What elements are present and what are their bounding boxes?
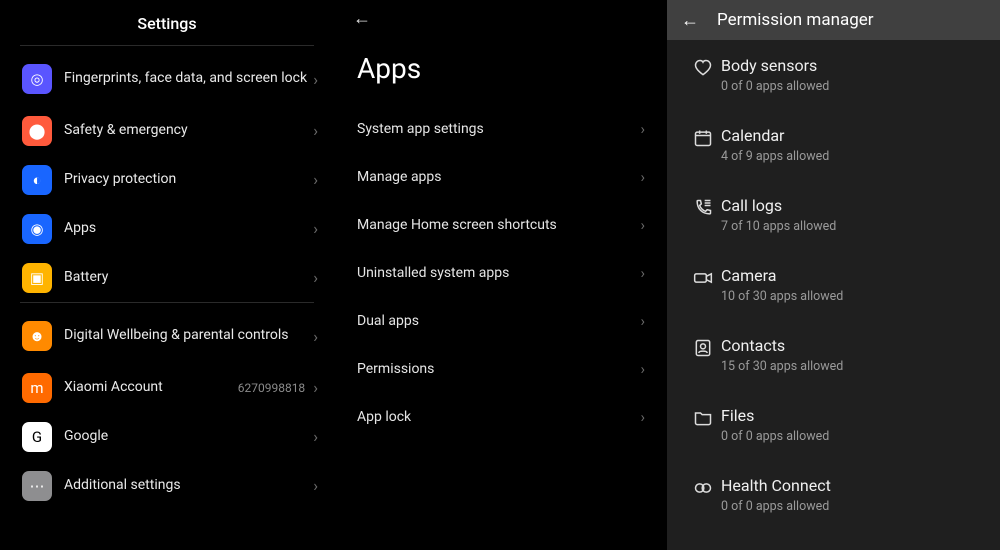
permission-item-subtext: 0 of 0 apps allowed (721, 429, 829, 444)
health-icon (685, 476, 721, 498)
settings-item-subtext: 6270998818 (238, 381, 305, 395)
chevron-right-icon: › (313, 268, 318, 287)
google-icon: G (22, 422, 52, 452)
apps-appbar: ← (335, 0, 667, 36)
settings-item-label: Additional settings (52, 477, 307, 495)
permission-item-subtext: 15 of 30 apps allowed (721, 359, 843, 374)
apps-icon: ◉ (22, 214, 52, 244)
apps-panel: ← Apps System app settings›Manage apps›M… (334, 0, 667, 550)
chevron-right-icon: › (640, 312, 645, 330)
chevron-right-icon: › (313, 378, 318, 397)
settings-item-label: Battery (52, 269, 307, 287)
permission-item-calendar[interactable]: Calendar 4 of 9 apps allowed (667, 110, 1000, 180)
settings-item-label: Apps (52, 220, 307, 238)
phonelist-icon (685, 196, 721, 218)
apps-item-label: Permissions (357, 361, 434, 377)
battery-icon: ▣ (22, 263, 52, 293)
chevron-right-icon: › (640, 360, 645, 378)
permission-item-label: Files (721, 406, 829, 426)
heart-icon (685, 56, 721, 78)
divider (20, 302, 314, 303)
permission-item-subtext: 10 of 30 apps allowed (721, 289, 843, 304)
chevron-right-icon: › (640, 168, 645, 186)
apps-item-label: Uninstalled system apps (357, 265, 509, 281)
permission-item-subtext: 0 of 0 apps allowed (721, 79, 829, 94)
apps-item-label: Manage apps (357, 169, 442, 185)
chevron-right-icon: › (313, 121, 318, 140)
settings-item-label: Xiaomi Account (52, 379, 238, 397)
permission-title: Permission manager (717, 10, 874, 30)
settings-item-digital-wellbeing-parental-controls[interactable]: ☻Digital Wellbeing & parental controls › (0, 309, 334, 363)
settings-item-battery[interactable]: ▣Battery › (0, 253, 334, 302)
permission-appbar: ← Permission manager (667, 0, 1000, 40)
settings-item-apps[interactable]: ◉Apps › (0, 204, 334, 253)
chevron-right-icon: › (640, 408, 645, 426)
permission-item-label: Camera (721, 266, 843, 286)
settings-item-privacy-protection[interactable]: ◐Privacy protection › (0, 155, 334, 204)
permission-item-health-connect[interactable]: Health Connect 0 of 0 apps allowed (667, 460, 1000, 530)
permission-item-label: Call logs (721, 196, 836, 216)
contacts-icon (685, 336, 721, 358)
settings-item-label: Safety & emergency (52, 122, 307, 140)
apps-item-system-app-settings[interactable]: System app settings › (335, 105, 667, 153)
permission-manager-panel: ← Permission manager Body sensors 0 of 0 … (667, 0, 1000, 550)
permission-item-subtext: 4 of 9 apps allowed (721, 149, 829, 164)
settings-item-fingerprints-face-data-and-screen-lock[interactable]: ◎Fingerprints, face data, and screen loc… (0, 52, 334, 106)
calendar-icon (685, 126, 721, 148)
wellbeing-icon: ☻ (22, 321, 52, 351)
chevron-right-icon: › (640, 216, 645, 234)
chevron-right-icon: › (313, 219, 318, 238)
camera-icon (685, 266, 721, 288)
safety-icon: ⬤ (22, 116, 52, 146)
divider (20, 45, 314, 46)
apps-item-uninstalled-system-apps[interactable]: Uninstalled system apps › (335, 249, 667, 297)
apps-item-dual-apps[interactable]: Dual apps › (335, 297, 667, 345)
chevron-right-icon: › (640, 120, 645, 138)
settings-item-label: Privacy protection (52, 171, 307, 189)
apps-item-manage-apps[interactable]: Manage apps › (335, 153, 667, 201)
apps-item-label: Manage Home screen shortcuts (357, 217, 557, 233)
permission-item-label: Calendar (721, 126, 829, 146)
permission-item-call-logs[interactable]: Call logs 7 of 10 apps allowed (667, 180, 1000, 250)
permission-item-subtext: 7 of 10 apps allowed (721, 219, 836, 234)
back-arrow-icon[interactable]: ← (353, 8, 371, 29)
permission-item-body-sensors[interactable]: Body sensors 0 of 0 apps allowed (667, 40, 1000, 110)
permission-item-camera[interactable]: Camera 10 of 30 apps allowed (667, 250, 1000, 320)
settings-item-label: Digital Wellbeing & parental controls (52, 327, 307, 345)
permission-item-label: Contacts (721, 336, 843, 356)
back-arrow-icon[interactable]: ← (681, 10, 699, 31)
apps-item-permissions[interactable]: Permissions › (335, 345, 667, 393)
apps-heading: Apps (335, 36, 667, 105)
settings-item-label: Fingerprints, face data, and screen lock (52, 70, 307, 88)
apps-item-app-lock[interactable]: App lock › (335, 393, 667, 441)
permission-item-files[interactable]: Files 0 of 0 apps allowed (667, 390, 1000, 460)
settings-item-safety-emergency[interactable]: ⬤Safety & emergency › (0, 106, 334, 155)
permission-item-contacts[interactable]: Contacts 15 of 30 apps allowed (667, 320, 1000, 390)
chevron-right-icon: › (640, 264, 645, 282)
folder-icon (685, 406, 721, 428)
settings-item-additional-settings[interactable]: ⋯Additional settings › (0, 461, 334, 510)
additional-icon: ⋯ (22, 471, 52, 501)
fingerprint-icon: ◎ (22, 64, 52, 94)
settings-title: Settings (0, 8, 334, 45)
apps-item-manage-home-screen-shortcuts[interactable]: Manage Home screen shortcuts › (335, 201, 667, 249)
settings-item-xiaomi-account[interactable]: mXiaomi Account6270998818 › (0, 363, 334, 412)
settings-item-label: Google (52, 428, 307, 446)
apps-item-label: System app settings (357, 121, 484, 137)
permission-item-label: Body sensors (721, 56, 829, 76)
chevron-right-icon: › (313, 170, 318, 189)
privacy-icon: ◐ (22, 165, 52, 195)
settings-panel: Settings ◎Fingerprints, face data, and s… (0, 0, 334, 550)
permission-item-label: Health Connect (721, 476, 831, 496)
apps-item-label: App lock (357, 409, 411, 425)
xiaomi-icon: m (22, 373, 52, 403)
settings-item-google[interactable]: GGoogle › (0, 412, 334, 461)
chevron-right-icon: › (313, 476, 318, 495)
chevron-right-icon: › (313, 70, 318, 89)
apps-item-label: Dual apps (357, 313, 419, 329)
permission-item-subtext: 0 of 0 apps allowed (721, 499, 831, 514)
chevron-right-icon: › (313, 427, 318, 446)
chevron-right-icon: › (313, 327, 318, 346)
